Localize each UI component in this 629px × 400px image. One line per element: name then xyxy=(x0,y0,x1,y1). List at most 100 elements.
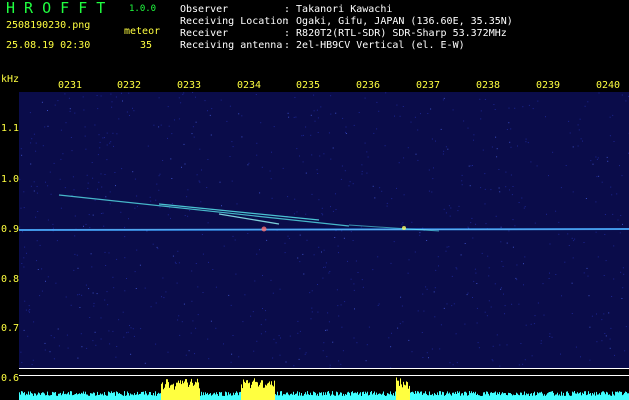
level-bar xyxy=(108,391,109,400)
noise-speck xyxy=(104,251,106,253)
location-label: Receiving Location xyxy=(180,16,289,27)
level-bar xyxy=(38,392,39,400)
level-bar xyxy=(304,393,305,400)
noise-speck xyxy=(183,303,185,305)
noise-speck xyxy=(187,215,189,217)
noise-speck xyxy=(469,185,471,187)
level-bar xyxy=(580,392,581,400)
level-bar xyxy=(211,395,212,400)
level-bar xyxy=(429,391,430,400)
noise-speck xyxy=(39,244,41,246)
noise-speck xyxy=(496,156,498,158)
noise-speck xyxy=(23,266,25,268)
level-bar xyxy=(134,393,135,400)
noise-speck xyxy=(622,287,624,289)
noise-speck xyxy=(484,99,486,100)
level-bar xyxy=(250,388,251,400)
noise-speck xyxy=(127,331,129,333)
level-bar xyxy=(344,395,345,400)
noise-speck xyxy=(512,246,514,248)
noise-speck xyxy=(603,313,605,315)
level-bar xyxy=(604,392,605,400)
noise-speck xyxy=(178,262,180,264)
noise-speck xyxy=(228,294,230,296)
noise-speck xyxy=(328,321,330,323)
noise-speck xyxy=(90,253,92,255)
noise-speck xyxy=(613,141,615,142)
noise-speck xyxy=(223,245,225,247)
level-bar xyxy=(48,395,49,400)
noise-speck xyxy=(193,136,195,138)
level-bar xyxy=(168,382,169,400)
level-bar xyxy=(335,395,336,400)
level-bar xyxy=(195,381,196,400)
noise-speck xyxy=(256,340,258,342)
level-bar xyxy=(355,392,356,400)
level-bar xyxy=(493,392,494,400)
level-bar xyxy=(574,391,575,400)
level-bar xyxy=(440,391,441,400)
noise-speck xyxy=(124,257,126,259)
noise-speck xyxy=(366,172,368,174)
level-bar xyxy=(394,395,395,400)
level-bar xyxy=(518,394,519,400)
noise-speck xyxy=(99,147,101,149)
level-bar xyxy=(225,391,226,400)
level-bar xyxy=(413,392,414,400)
level-bar xyxy=(553,392,554,400)
noise-speck xyxy=(420,113,421,115)
noise-speck xyxy=(158,126,160,128)
level-bar xyxy=(152,395,153,400)
level-bar xyxy=(236,391,237,400)
level-bar xyxy=(291,393,292,400)
noise-speck xyxy=(381,190,383,192)
level-bar xyxy=(24,392,25,400)
noise-speck xyxy=(311,154,313,156)
level-bar xyxy=(436,395,437,400)
level-bar xyxy=(451,395,452,400)
time-label: 0239 xyxy=(536,80,561,91)
noise-speck xyxy=(266,239,268,241)
level-bar xyxy=(35,393,36,400)
noise-speck xyxy=(33,133,35,135)
noise-speck xyxy=(155,343,157,345)
noise-speck xyxy=(265,331,267,333)
noise-speck xyxy=(596,176,598,178)
level-bar xyxy=(554,395,555,400)
level-bar xyxy=(495,391,496,400)
noise-speck xyxy=(162,160,164,161)
noise-speck xyxy=(374,197,376,199)
level-bar xyxy=(166,379,167,400)
noise-speck xyxy=(534,315,536,317)
noise-speck xyxy=(453,303,455,305)
noise-speck xyxy=(336,289,338,291)
level-bar xyxy=(89,395,90,400)
noise-speck xyxy=(479,98,481,100)
noise-speck xyxy=(524,359,526,361)
level-bar xyxy=(465,391,466,400)
level-bar xyxy=(103,395,104,400)
level-bar xyxy=(512,395,513,400)
noise-speck xyxy=(262,308,263,309)
noise-speck xyxy=(93,302,95,304)
noise-speck xyxy=(30,142,32,144)
noise-speck xyxy=(58,345,60,347)
time-label: 0232 xyxy=(117,80,142,91)
level-bar xyxy=(60,392,61,400)
noise-speck xyxy=(621,175,623,177)
noise-speck xyxy=(39,295,41,297)
noise-speck xyxy=(260,324,262,326)
level-bar xyxy=(120,394,121,400)
noise-speck xyxy=(407,272,409,274)
level-bar xyxy=(589,393,590,400)
noise-speck xyxy=(580,138,582,140)
level-bar xyxy=(545,395,546,400)
level-bar xyxy=(549,392,550,400)
level-bar xyxy=(336,391,337,400)
location-value: : Ogaki, Gifu, JAPAN (136.60E, 35.35N) xyxy=(284,16,513,27)
level-bar xyxy=(489,395,490,400)
noise-speck xyxy=(625,100,627,102)
noise-speck xyxy=(100,338,102,340)
level-bar xyxy=(444,395,445,400)
level-bar xyxy=(338,395,339,400)
